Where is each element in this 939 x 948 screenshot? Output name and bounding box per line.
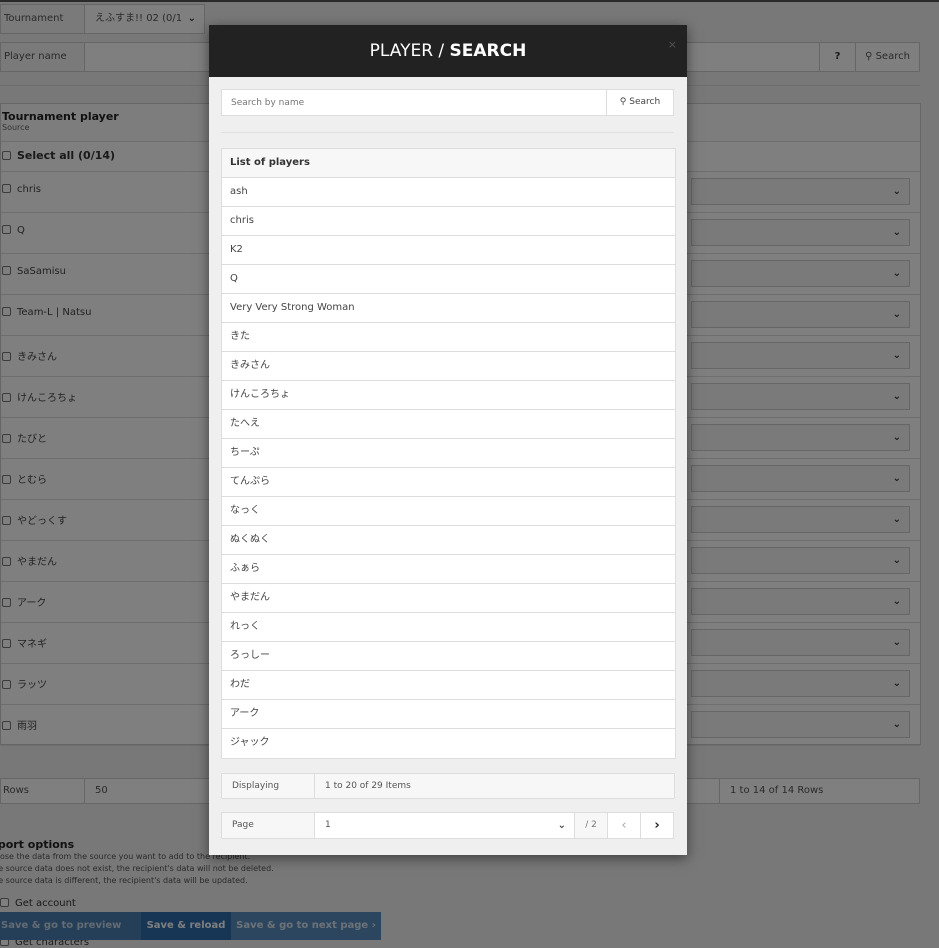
displaying-label: Displaying — [222, 774, 315, 798]
player-list-item[interactable]: ふぁら — [222, 555, 675, 584]
player-search-modal: PLAYER / SEARCH × ⚲ Search List of playe… — [209, 25, 687, 855]
player-list-item[interactable]: ろっしー — [222, 642, 675, 671]
modal-search-bar: ⚲ Search — [221, 89, 674, 116]
modal-search-label: Search — [629, 97, 661, 107]
player-list-item[interactable]: chris — [222, 207, 675, 236]
page-select[interactable]: 1 ⌄ — [315, 813, 574, 838]
player-list-item[interactable]: きみさん — [222, 352, 675, 381]
player-list-item[interactable]: Q — [222, 265, 675, 294]
close-icon[interactable]: × — [668, 19, 677, 71]
page-select-value: 1 — [325, 820, 331, 830]
displaying-value: 1 to 20 of 29 Items — [325, 781, 411, 791]
player-list-item[interactable]: れっく — [222, 613, 675, 642]
player-list: List of players ash chris K2 Q Very Very Str… — [221, 148, 676, 759]
player-list-header: List of players — [222, 149, 675, 178]
player-list-item[interactable]: けんころちょ — [222, 381, 675, 410]
next-page-button[interactable]: › — [640, 813, 673, 838]
chevron-right-icon: › — [654, 818, 660, 833]
player-list-items: ash chris K2 Q Very Very Strong Woman きた きみさんけ… — [222, 178, 675, 758]
displaying-row: Displaying 1 to 20 of 29 Items — [221, 773, 675, 799]
player-list-item[interactable]: なっく — [222, 497, 675, 526]
modal-title-part2: SEARCH — [449, 41, 527, 61]
search-icon: ⚲ — [619, 97, 627, 107]
player-list-item[interactable]: ジャック — [222, 729, 675, 758]
player-list-item[interactable]: K2 — [222, 236, 675, 265]
pagination-row: Page 1 ⌄ / 2 ‹ › — [221, 812, 674, 839]
player-list-item[interactable]: ash — [222, 178, 675, 207]
player-list-item[interactable]: きた — [222, 323, 675, 352]
player-list-item[interactable]: ちーぷ — [222, 439, 675, 468]
modal-header: PLAYER / SEARCH × — [209, 25, 687, 77]
player-list-item[interactable]: やまだん — [222, 584, 675, 613]
chevron-down-icon: ⌄ — [557, 820, 566, 831]
page-label: Page — [222, 813, 315, 838]
chevron-left-icon: ‹ — [621, 818, 627, 833]
player-list-item[interactable]: アーク — [222, 700, 675, 729]
page-total: / 2 — [574, 813, 607, 838]
previous-page-button[interactable]: ‹ — [607, 813, 640, 838]
player-list-item[interactable]: てんぷら — [222, 468, 675, 497]
player-list-item[interactable]: たへえ — [222, 410, 675, 439]
player-list-item[interactable]: ぬくぬく — [222, 526, 675, 555]
modal-search-button[interactable]: ⚲ Search — [606, 90, 673, 115]
player-list-item[interactable]: わだ — [222, 671, 675, 700]
divider — [221, 132, 674, 133]
modal-title-part1: PLAYER / — [369, 41, 450, 61]
search-by-name-input[interactable] — [222, 90, 606, 115]
player-list-item[interactable]: Very Very Strong Woman — [222, 294, 675, 323]
